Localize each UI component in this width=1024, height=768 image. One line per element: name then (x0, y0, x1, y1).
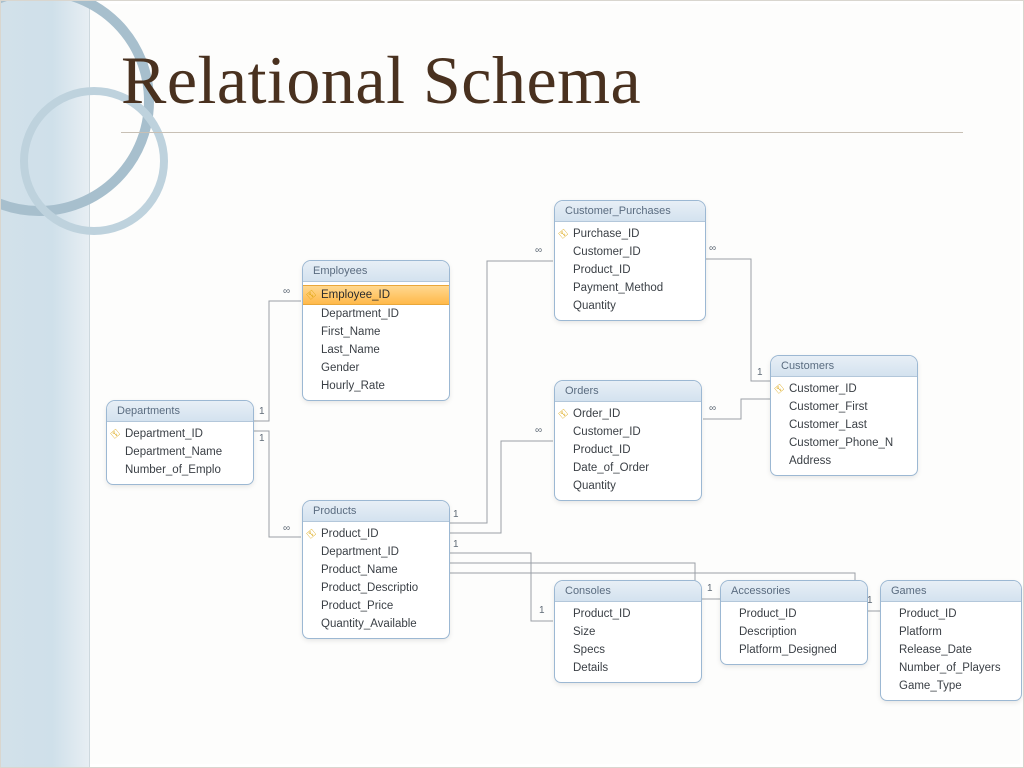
card-many: ∞ (283, 286, 290, 297)
card-many: ∞ (709, 243, 716, 254)
field-label: Date_of_Order (573, 462, 701, 474)
field-label: Address (789, 455, 917, 467)
table-consoles[interactable]: Consoles Product_ID Size Specs Details (555, 581, 701, 682)
field-label: Product_ID (573, 444, 701, 456)
table-employees[interactable]: Employees ⚿Employee_ID Department_ID Fir… (303, 261, 449, 400)
table-orders[interactable]: Orders ⚿Order_ID Customer_ID Product_ID … (555, 381, 701, 500)
field-label: Hourly_Rate (321, 380, 449, 392)
diagram-canvas: 1 ∞ 1 ∞ 1 ∞ ∞ 1 1 1 1 1 ∞ ∞ Departments … (1, 181, 1024, 761)
field-label: Product_Name (321, 564, 449, 576)
field-label: Size (573, 626, 701, 638)
field-label: Product_ID (573, 264, 705, 276)
card-many: ∞ (535, 245, 542, 256)
pk-icon: ⚿ (558, 407, 571, 420)
table-customers[interactable]: Customers ⚿Customer_ID Customer_First Cu… (771, 356, 917, 475)
card-one: 1 (453, 509, 459, 520)
field-label: Specs (573, 644, 701, 656)
card-many: ∞ (709, 403, 716, 414)
field-label: Number_of_Emplo (125, 464, 253, 476)
card-one: 1 (867, 595, 873, 606)
card-one: 1 (453, 539, 459, 550)
field-label: Quantity_Available (321, 618, 449, 630)
card-one: 1 (259, 433, 265, 444)
table-customer-purchases[interactable]: Customer_Purchases ⚿Purchase_ID Customer… (555, 201, 705, 320)
card-one: 1 (707, 583, 713, 594)
field-label: Game_Type (899, 680, 1021, 692)
table-header: Customer_Purchases (555, 201, 705, 222)
table-accessories[interactable]: Accessories Product_ID Description Platf… (721, 581, 867, 664)
field-label: Payment_Method (573, 282, 705, 294)
field-label: Last_Name (321, 344, 449, 356)
table-header: Orders (555, 381, 701, 402)
field-label: Quantity (573, 480, 701, 492)
field-label: Product_ID (321, 528, 449, 540)
field-label: Customer_ID (573, 426, 701, 438)
field-label: Product_Descriptio (321, 582, 449, 594)
card-one: 1 (757, 367, 763, 378)
table-header: Products (303, 501, 449, 522)
field-label: Customer_ID (573, 246, 705, 258)
pk-icon: ⚿ (306, 527, 319, 540)
field-label: Department_ID (125, 428, 253, 440)
table-header: Games (881, 581, 1021, 602)
field-label: Product_Price (321, 600, 449, 612)
pk-icon: ⚿ (774, 382, 787, 395)
table-header: Consoles (555, 581, 701, 602)
field-label: First_Name (321, 326, 449, 338)
field-label: Number_of_Players (899, 662, 1021, 674)
table-header: Customers (771, 356, 917, 377)
pk-icon: ⚿ (306, 288, 319, 301)
field-label: Product_ID (739, 608, 867, 620)
field-label: Release_Date (899, 644, 1021, 656)
field-label: Employee_ID (321, 289, 449, 301)
field-label: Customer_First (789, 401, 917, 413)
table-products[interactable]: Products ⚿Product_ID Department_ID Produ… (303, 501, 449, 638)
card-many: ∞ (283, 523, 290, 534)
field-label: Product_ID (899, 608, 1021, 620)
field-label: Customer_Last (789, 419, 917, 431)
field-label: Department_ID (321, 546, 449, 558)
table-header: Accessories (721, 581, 867, 602)
field-label: Order_ID (573, 408, 701, 420)
table-header: Employees (303, 261, 449, 282)
slide: Relational Schema 1 ∞ 1 ∞ 1 (0, 0, 1024, 768)
field-label: Platform (899, 626, 1021, 638)
field-label: Gender (321, 362, 449, 374)
field-label: Platform_Designed (739, 644, 867, 656)
pk-icon: ⚿ (110, 427, 123, 440)
field-label: Customer_Phone_N (789, 437, 917, 449)
field-label: Customer_ID (789, 383, 917, 395)
field-label: Purchase_ID (573, 228, 705, 240)
field-label: Quantity (573, 300, 705, 312)
card-many: ∞ (535, 425, 542, 436)
card-one: 1 (259, 406, 265, 417)
pk-icon: ⚿ (558, 227, 571, 240)
field-label: Department_Name (125, 446, 253, 458)
table-games[interactable]: Games Product_ID Platform Release_Date N… (881, 581, 1021, 700)
field-label: Description (739, 626, 867, 638)
field-label: Department_ID (321, 308, 449, 320)
field-label: Details (573, 662, 701, 674)
table-header: Departments (107, 401, 253, 422)
table-departments[interactable]: Departments ⚿Department_ID Department_Na… (107, 401, 253, 484)
slide-title: Relational Schema (121, 41, 963, 133)
field-label: Product_ID (573, 608, 701, 620)
card-one: 1 (539, 605, 545, 616)
